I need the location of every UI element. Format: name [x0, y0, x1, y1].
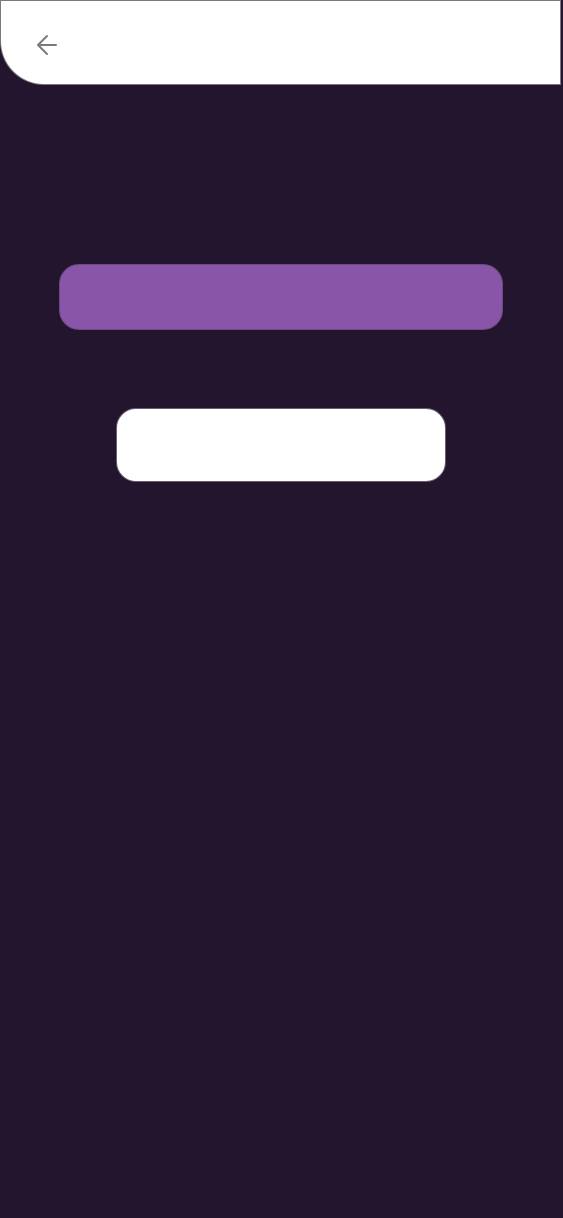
primary-action-bar[interactable]	[59, 264, 503, 330]
back-button[interactable]	[25, 23, 69, 67]
top-bar	[0, 0, 561, 85]
app-screen	[0, 0, 563, 1218]
arrow-left-icon	[34, 32, 60, 58]
white-input-box[interactable]	[116, 408, 446, 482]
